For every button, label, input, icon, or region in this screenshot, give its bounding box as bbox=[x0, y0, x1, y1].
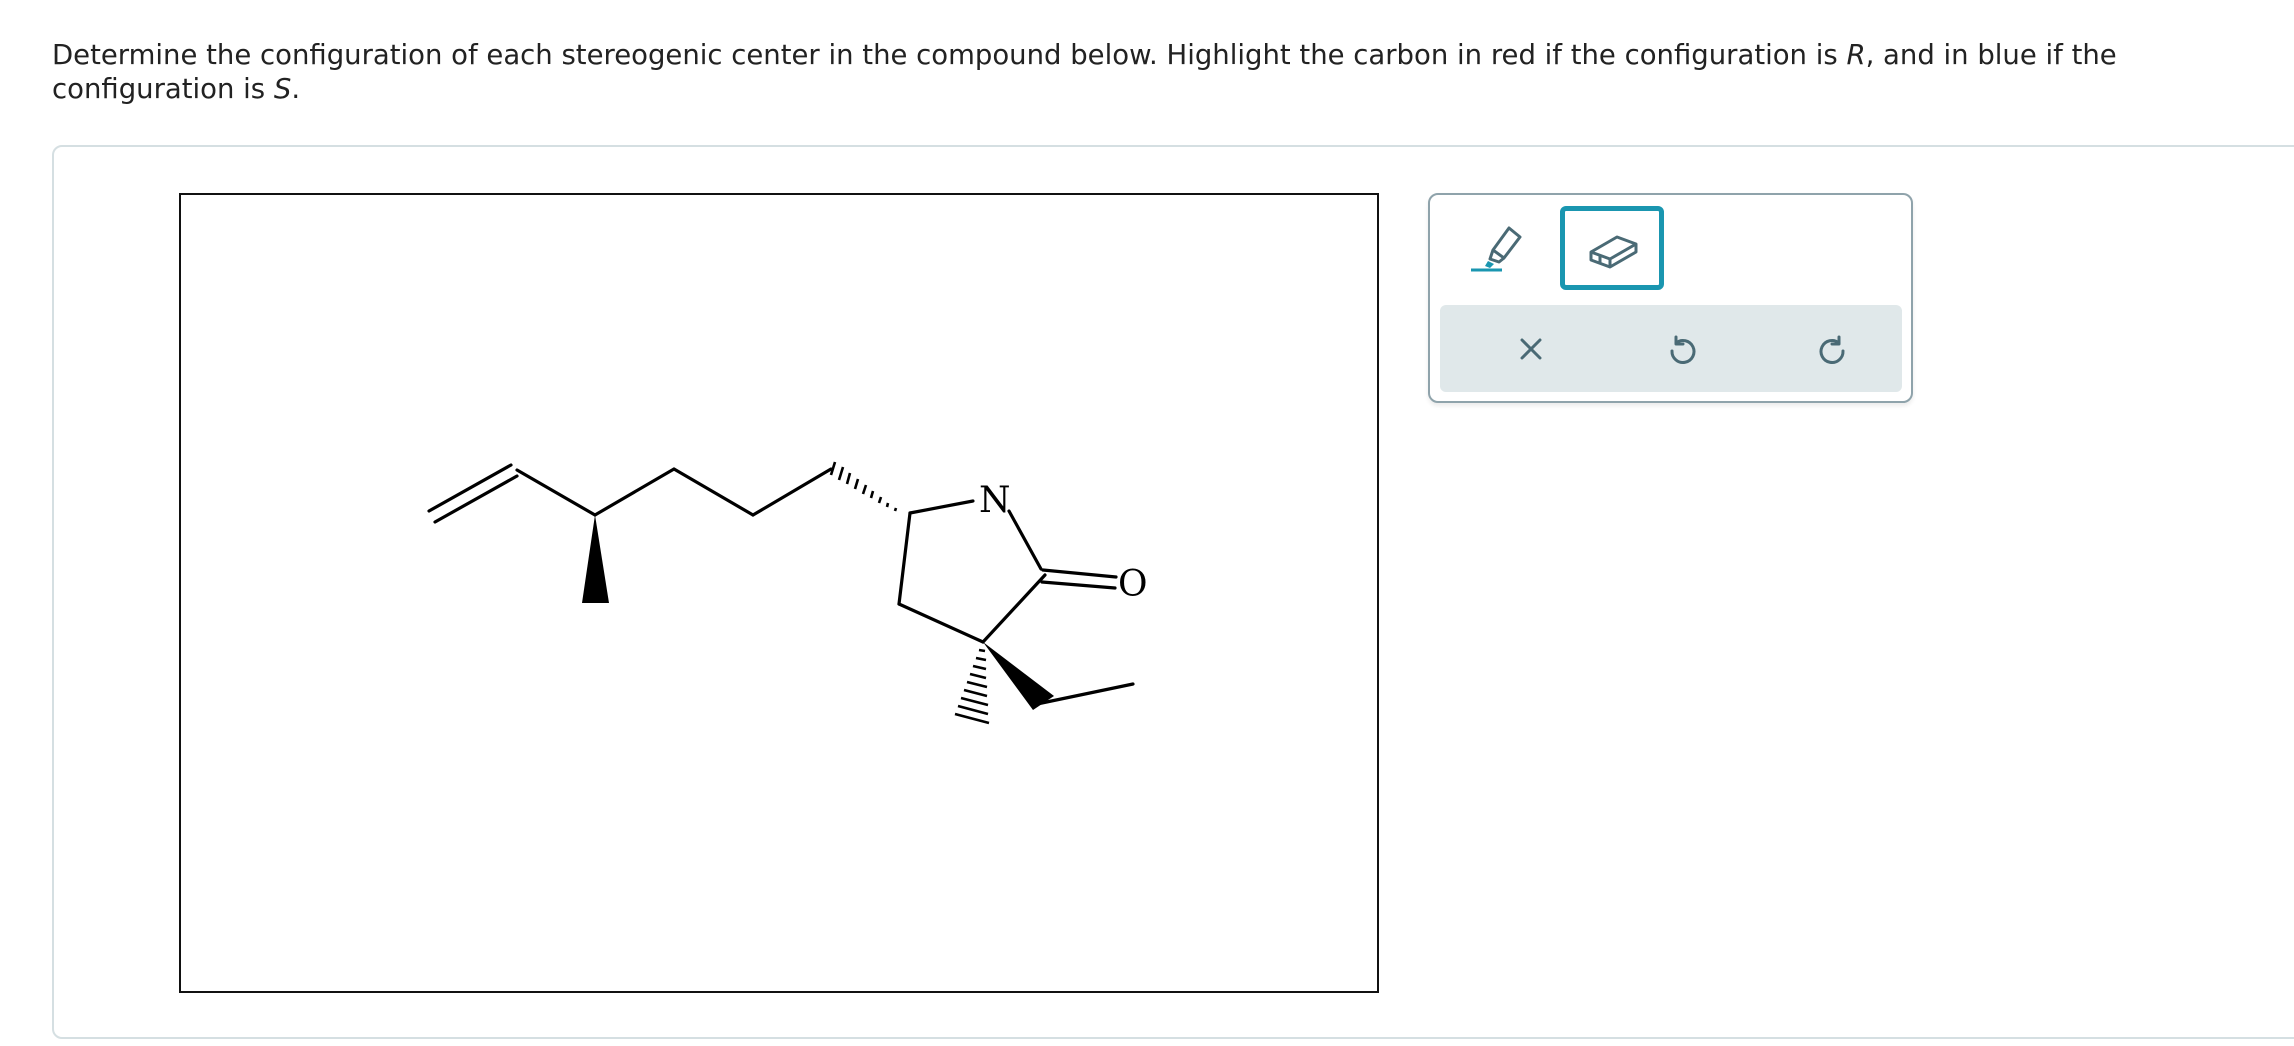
hashed-bond-ring bbox=[829, 461, 898, 512]
highlighter-tool-button[interactable] bbox=[1457, 206, 1561, 290]
question-prompt: Determine the configuration of each ster… bbox=[52, 38, 2252, 106]
prompt-text-part3: . bbox=[291, 73, 301, 105]
undo-button[interactable] bbox=[1654, 321, 1710, 377]
bond-ch2-quatc bbox=[897, 602, 985, 644]
bond-ethyl bbox=[1035, 682, 1135, 706]
redo-icon bbox=[1819, 335, 1845, 364]
bond-c3-c4 bbox=[593, 467, 676, 517]
eraser-tool-button[interactable] bbox=[1560, 206, 1664, 290]
bond-c2-c3 bbox=[515, 468, 597, 517]
redo-button[interactable] bbox=[1805, 321, 1861, 377]
wedge-bond-ethyl bbox=[983, 642, 1054, 710]
atom-nitrogen[interactable]: N bbox=[979, 480, 1011, 521]
eraser-icon bbox=[1589, 235, 1638, 269]
prompt-s-label: S bbox=[273, 73, 292, 105]
atom-oxygen[interactable]: O bbox=[1118, 564, 1148, 605]
drawing-toolbar bbox=[1428, 193, 1913, 403]
prompt-text-part1: Determine the configuration of each ster… bbox=[52, 39, 1847, 71]
wedge-bond-methyl bbox=[582, 515, 609, 603]
bond-co-double-b bbox=[1040, 580, 1117, 590]
bond-ringc-n bbox=[908, 499, 975, 515]
bond-co-double-a bbox=[1041, 568, 1118, 579]
prompt-r-label: R bbox=[1846, 39, 1866, 71]
undo-icon bbox=[1670, 335, 1696, 364]
bond-quatc-carbonyl bbox=[981, 573, 1047, 644]
bond-ringc-ch2 bbox=[897, 511, 912, 606]
hashed-bond-methyl bbox=[954, 648, 990, 725]
bond-c4-c5 bbox=[672, 467, 755, 517]
bond-n-carbonyl bbox=[1007, 509, 1043, 571]
action-bar bbox=[1440, 305, 1902, 392]
clear-button[interactable] bbox=[1503, 321, 1559, 377]
molecule-drawing: N O bbox=[427, 461, 1148, 725]
close-icon bbox=[1520, 338, 1542, 360]
molecule-canvas[interactable]: N O bbox=[179, 193, 1379, 993]
highlighter-icon bbox=[1471, 226, 1522, 272]
bond-c5-c6 bbox=[751, 467, 833, 517]
